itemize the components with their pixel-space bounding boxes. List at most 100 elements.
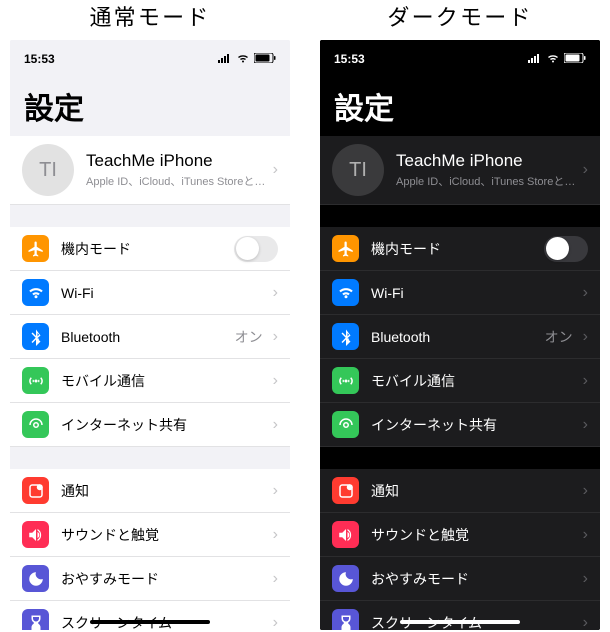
chevron-right-icon: › [583,482,588,500]
hotspot-icon [22,411,49,438]
row-label: おやすみモード [371,569,579,589]
profile-name: TeachMe iPhone [396,151,579,171]
chevron-right-icon: › [583,526,588,544]
statusbar: 15:53 [320,40,600,78]
chevron-right-icon: › [583,161,588,179]
sounds-icon [332,521,359,548]
screen-dark: 15:53 設定 TI TeachMe iPhone Apple ID、iClo… [320,40,600,630]
statusbar-time: 15:53 [24,52,55,66]
signal-icon [528,52,542,66]
chevron-right-icon: › [583,614,588,631]
hotspot-row[interactable]: インターネット共有 › [10,403,290,447]
header: 設定 [320,78,600,136]
profile-sub: Apple ID、iCloud、iTunes StoreとApp S... [86,173,269,189]
mode-title-dark: ダークモード [320,0,600,32]
row-label: 機内モード [61,239,234,259]
wifi-status-icon [236,52,250,66]
airplane-icon [332,235,359,262]
airplane-mode-row[interactable]: 機内モード [10,227,290,271]
airplane-mode-row[interactable]: 機内モード [320,227,600,271]
chevron-right-icon: › [583,284,588,302]
dnd-row[interactable]: おやすみモード › [10,557,290,601]
row-label: サウンドと触覚 [371,525,579,545]
avatar: TI [22,144,74,196]
screentime-row[interactable]: スクリーンタイム › [10,601,290,630]
bluetooth-row[interactable]: Bluetooth オン › [320,315,600,359]
screentime-row[interactable]: スクリーンタイム › [320,601,600,630]
row-label: Bluetooth [61,329,235,345]
cellular-row[interactable]: モバイル通信 › [320,359,600,403]
statusbar-time: 15:53 [334,52,365,66]
bluetooth-row[interactable]: Bluetooth オン › [10,315,290,359]
page-title: 設定 [334,84,586,128]
row-label: Wi-Fi [371,285,579,301]
chevron-right-icon: › [273,161,278,179]
chevron-right-icon: › [273,372,278,390]
chevron-right-icon: › [273,328,278,346]
screentime-icon [22,609,49,630]
dnd-icon [332,565,359,592]
dnd-icon [22,565,49,592]
row-label: インターネット共有 [371,415,579,435]
row-label: 通知 [371,481,579,501]
wifi-row[interactable]: Wi-Fi › [10,271,290,315]
row-label: モバイル通信 [61,371,269,391]
chevron-right-icon: › [583,372,588,390]
notifications-icon [22,477,49,504]
row-label: モバイル通信 [371,371,579,391]
notifications-icon [332,477,359,504]
dnd-row[interactable]: おやすみモード › [320,557,600,601]
chevron-right-icon: › [273,284,278,302]
chevron-right-icon: › [583,416,588,434]
screen-light: 15:53 設定 TI TeachMe iPhone Apple ID、iClo… [10,40,290,630]
row-label: 通知 [61,481,269,501]
profile-sub: Apple ID、iCloud、iTunes StoreとApp S... [396,173,579,189]
avatar: TI [332,144,384,196]
signal-icon [218,52,232,66]
battery-icon [564,52,586,66]
row-label: サウンドと触覚 [61,525,269,545]
page-title: 設定 [24,84,276,128]
airplane-toggle[interactable] [544,236,588,262]
wifi-icon [22,279,49,306]
statusbar-icons [528,52,586,66]
airplane-toggle[interactable] [234,236,278,262]
notifications-row[interactable]: 通知 › [10,469,290,513]
sounds-row[interactable]: サウンドと触覚 › [320,513,600,557]
row-label: Bluetooth [371,329,545,345]
sounds-row[interactable]: サウンドと触覚 › [10,513,290,557]
cellular-row[interactable]: モバイル通信 › [10,359,290,403]
mode-title-light: 通常モード [10,0,290,32]
chevron-right-icon: › [273,482,278,500]
header: 設定 [10,78,290,136]
statusbar-icons [218,52,276,66]
chevron-right-icon: › [273,416,278,434]
hotspot-row[interactable]: インターネット共有 › [320,403,600,447]
cellular-icon [22,367,49,394]
row-label: おやすみモード [61,569,269,589]
bluetooth-value: オン [545,327,573,347]
wifi-icon [332,279,359,306]
chevron-right-icon: › [273,526,278,544]
bluetooth-icon [22,323,49,350]
battery-icon [254,52,276,66]
cellular-icon [332,367,359,394]
chevron-right-icon: › [583,570,588,588]
chevron-right-icon: › [583,328,588,346]
apple-id-row[interactable]: TI TeachMe iPhone Apple ID、iCloud、iTunes… [10,136,290,205]
statusbar: 15:53 [10,40,290,78]
home-indicator[interactable] [90,620,210,624]
bluetooth-icon [332,323,359,350]
chevron-right-icon: › [273,570,278,588]
row-label: インターネット共有 [61,415,269,435]
apple-id-row[interactable]: TI TeachMe iPhone Apple ID、iCloud、iTunes… [320,136,600,205]
airplane-icon [22,235,49,262]
hotspot-icon [332,411,359,438]
wifi-status-icon [546,52,560,66]
home-indicator[interactable] [400,620,520,624]
notifications-row[interactable]: 通知 › [320,469,600,513]
wifi-row[interactable]: Wi-Fi › [320,271,600,315]
sounds-icon [22,521,49,548]
row-label: 機内モード [371,239,544,259]
row-label: Wi-Fi [61,285,269,301]
